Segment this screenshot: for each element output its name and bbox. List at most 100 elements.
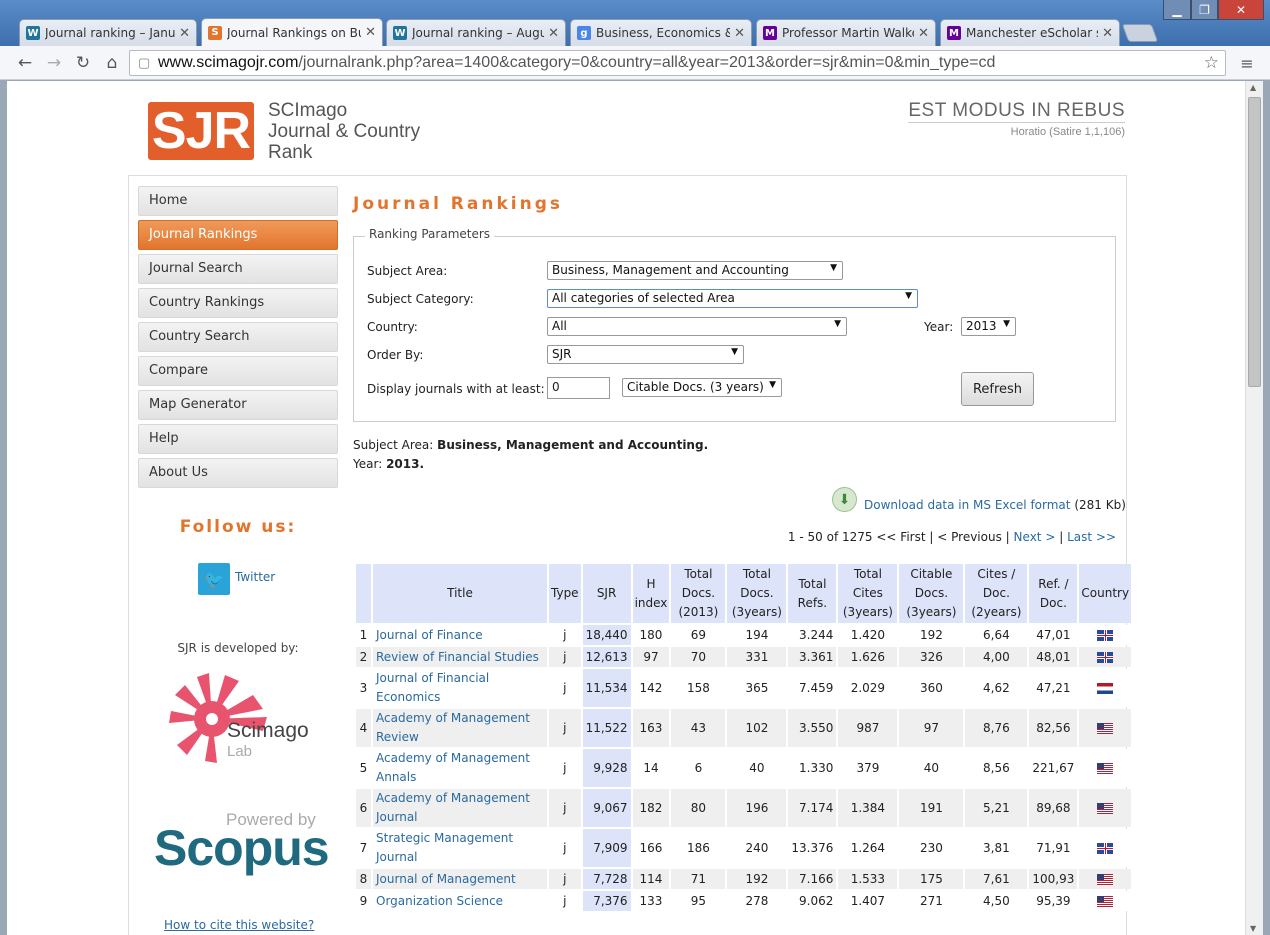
download-excel-link[interactable]: Download data in MS Excel format [864,498,1070,512]
col-h-index-header[interactable]: H index [632,564,670,623]
col-cites-per-doc-header[interactable]: Cites / Doc. (2years) [965,564,1028,623]
min-journals-input[interactable]: 0 [547,377,610,399]
country-select[interactable]: All ▼ [547,317,847,336]
col-total-docs-header[interactable]: Total Docs. (2013) [671,564,726,623]
total-cites-cell: 2.029 [838,669,898,707]
col-refs-per-doc-header[interactable]: Ref. / Doc. [1029,564,1078,623]
refresh-button[interactable]: Refresh [961,372,1034,406]
dropdown-arrow-icon: ▼ [1003,319,1010,329]
journal-title-link[interactable]: Journal of Financial Economics [373,669,547,707]
cites-per-doc-cell: 4,00 [965,647,1028,667]
year-select[interactable]: 2013 ▼ [961,317,1016,336]
sidebar-item-compare[interactable]: Compare [138,356,338,386]
browser-tab[interactable]: M Professor Martin Walker ✕ [756,19,936,46]
subject-category-select[interactable]: All categories of selected Area ▼ [547,289,918,308]
scroll-up-arrow-icon[interactable]: ▲ [1250,83,1256,92]
table-row: 7 Strategic Management Journal j 7,909 166 18… [356,829,1132,867]
dropdown-arrow-icon: ▼ [731,347,738,357]
journal-title-link[interactable]: Academy of Management Review [373,709,547,747]
country-label: Country: [367,320,418,334]
order-by-select[interactable]: SJR ▼ [547,345,744,364]
bookmark-star-icon[interactable]: ☆ [1204,53,1219,73]
scroll-down-arrow-icon[interactable]: ▼ [1250,924,1256,933]
scrollbar-thumb[interactable] [1248,97,1261,387]
sidebar-item-country-rankings[interactable]: Country Rankings [138,288,338,318]
citable-docs-cell: 40 [899,749,964,787]
col-total-refs-header[interactable]: Total Refs. [788,564,837,623]
flag-us-icon [1097,802,1114,814]
download-icon[interactable]: ⬇ [832,487,857,512]
close-icon[interactable]: ✕ [179,26,190,41]
close-icon[interactable]: ✕ [918,26,929,41]
twitter-link[interactable]: Twitter [235,570,275,584]
sidebar-item-journal-search[interactable]: Journal Search [138,254,338,284]
journal-title-link[interactable]: Academy of Management Annals [373,749,547,787]
sjr-logo[interactable]: SJR [148,102,254,160]
min-type-select[interactable]: Citable Docs. (3 years) ▼ [622,378,782,397]
journal-title-link[interactable]: Strategic Management Journal [373,829,547,867]
minimize-button[interactable]: ▁ [1163,0,1191,20]
sidebar-item-help[interactable]: Help [138,424,338,454]
last-page-link[interactable]: Last >> [1067,530,1116,544]
total-refs-cell: 13.376 [788,829,837,867]
close-icon[interactable]: ✕ [548,26,559,41]
flag-gb-icon [1097,842,1114,854]
dropdown-arrow-icon: ▼ [769,380,776,390]
scopus-logo[interactable]: Scopus [154,819,330,877]
col-type-header[interactable]: Type [549,564,581,623]
journal-title-link[interactable]: Journal of Finance [373,625,547,645]
journal-title-link[interactable]: Journal of Management [373,869,547,889]
menu-icon[interactable]: ≡ [1236,52,1258,74]
total-docs-3y-cell: 194 [727,625,787,645]
window-close-button[interactable]: ✕ [1218,0,1264,20]
journal-title-link[interactable]: Academy of Management Journal [373,789,547,827]
browser-tab[interactable]: M Manchester eScholar sea ✕ [940,19,1120,46]
col-total-docs-3y-header[interactable]: Total Docs. (3years) [727,564,787,623]
home-icon[interactable]: ⌂ [101,52,123,74]
subject-area-select[interactable]: Business, Management and Accounting ▼ [547,261,843,280]
browser-tab[interactable]: g Business, Economics & M ✕ [570,19,752,46]
sidebar-item-home[interactable]: Home [138,186,338,216]
scimago-lab-logo[interactable]: Scimago Lab [167,673,317,763]
address-bar[interactable]: ▢ www.scimagojr.com/journalrank.php?area… [129,50,1226,76]
sidebar-item-map-generator[interactable]: Map Generator [138,390,338,420]
manchester-icon: M [763,26,777,40]
browser-tab-bar: W Journal ranking – Januar ✕ S Journal R… [0,0,1270,46]
journal-title-link[interactable]: Review of Financial Studies [373,647,547,667]
maximize-button[interactable]: ❐ [1191,0,1218,20]
total-refs-cell: 7.166 [788,869,837,889]
rank-cell: 9 [356,891,371,911]
rank-cell: 8 [356,869,371,889]
col-sjr-header[interactable]: SJR [582,564,631,623]
first-page-link[interactable]: << First [876,530,925,544]
sidebar-item-about-us[interactable]: About Us [138,458,338,488]
back-icon[interactable]: ← [14,52,36,74]
vertical-scrollbar[interactable]: ▲ ▼ [1245,81,1263,935]
browser-tab[interactable]: W Journal ranking – Januar ✕ [19,19,197,46]
next-page-link[interactable]: Next > [1014,530,1056,544]
close-icon[interactable]: ✕ [734,26,745,41]
twitter-icon[interactable]: 🐦 [198,563,230,595]
citable-docs-cell: 326 [899,647,964,667]
total-docs-cell: 186 [671,829,726,867]
forward-icon[interactable]: → [43,52,65,74]
h-index-cell: 163 [632,709,670,747]
reload-icon[interactable]: ↻ [72,52,94,74]
col-total-cites-header[interactable]: Total Cites (3years) [838,564,898,623]
cites-per-doc-cell: 8,76 [965,709,1028,747]
new-tab-button[interactable] [1121,24,1159,42]
cites-per-doc-cell: 4,50 [965,891,1028,911]
how-to-cite-link[interactable]: How to cite this website? [164,918,314,932]
sidebar-item-country-search[interactable]: Country Search [138,322,338,352]
browser-tab[interactable]: W Journal ranking – August ✕ [386,19,566,46]
sidebar-item-journal-rankings[interactable]: Journal Rankings [138,220,338,250]
previous-page-link[interactable]: < Previous [937,530,1002,544]
journal-title-link[interactable]: Organization Science [373,891,547,911]
col-country-header[interactable]: Country [1079,564,1132,623]
close-icon[interactable]: ✕ [1102,26,1113,41]
col-title-header[interactable]: Title [373,564,547,623]
browser-tab-active[interactable]: S Journal Rankings on Busi ✕ [201,18,383,46]
col-citable-docs-header[interactable]: Citable Docs. (3years) [899,564,964,623]
close-icon[interactable]: ✕ [365,25,376,40]
country-cell [1079,647,1132,667]
